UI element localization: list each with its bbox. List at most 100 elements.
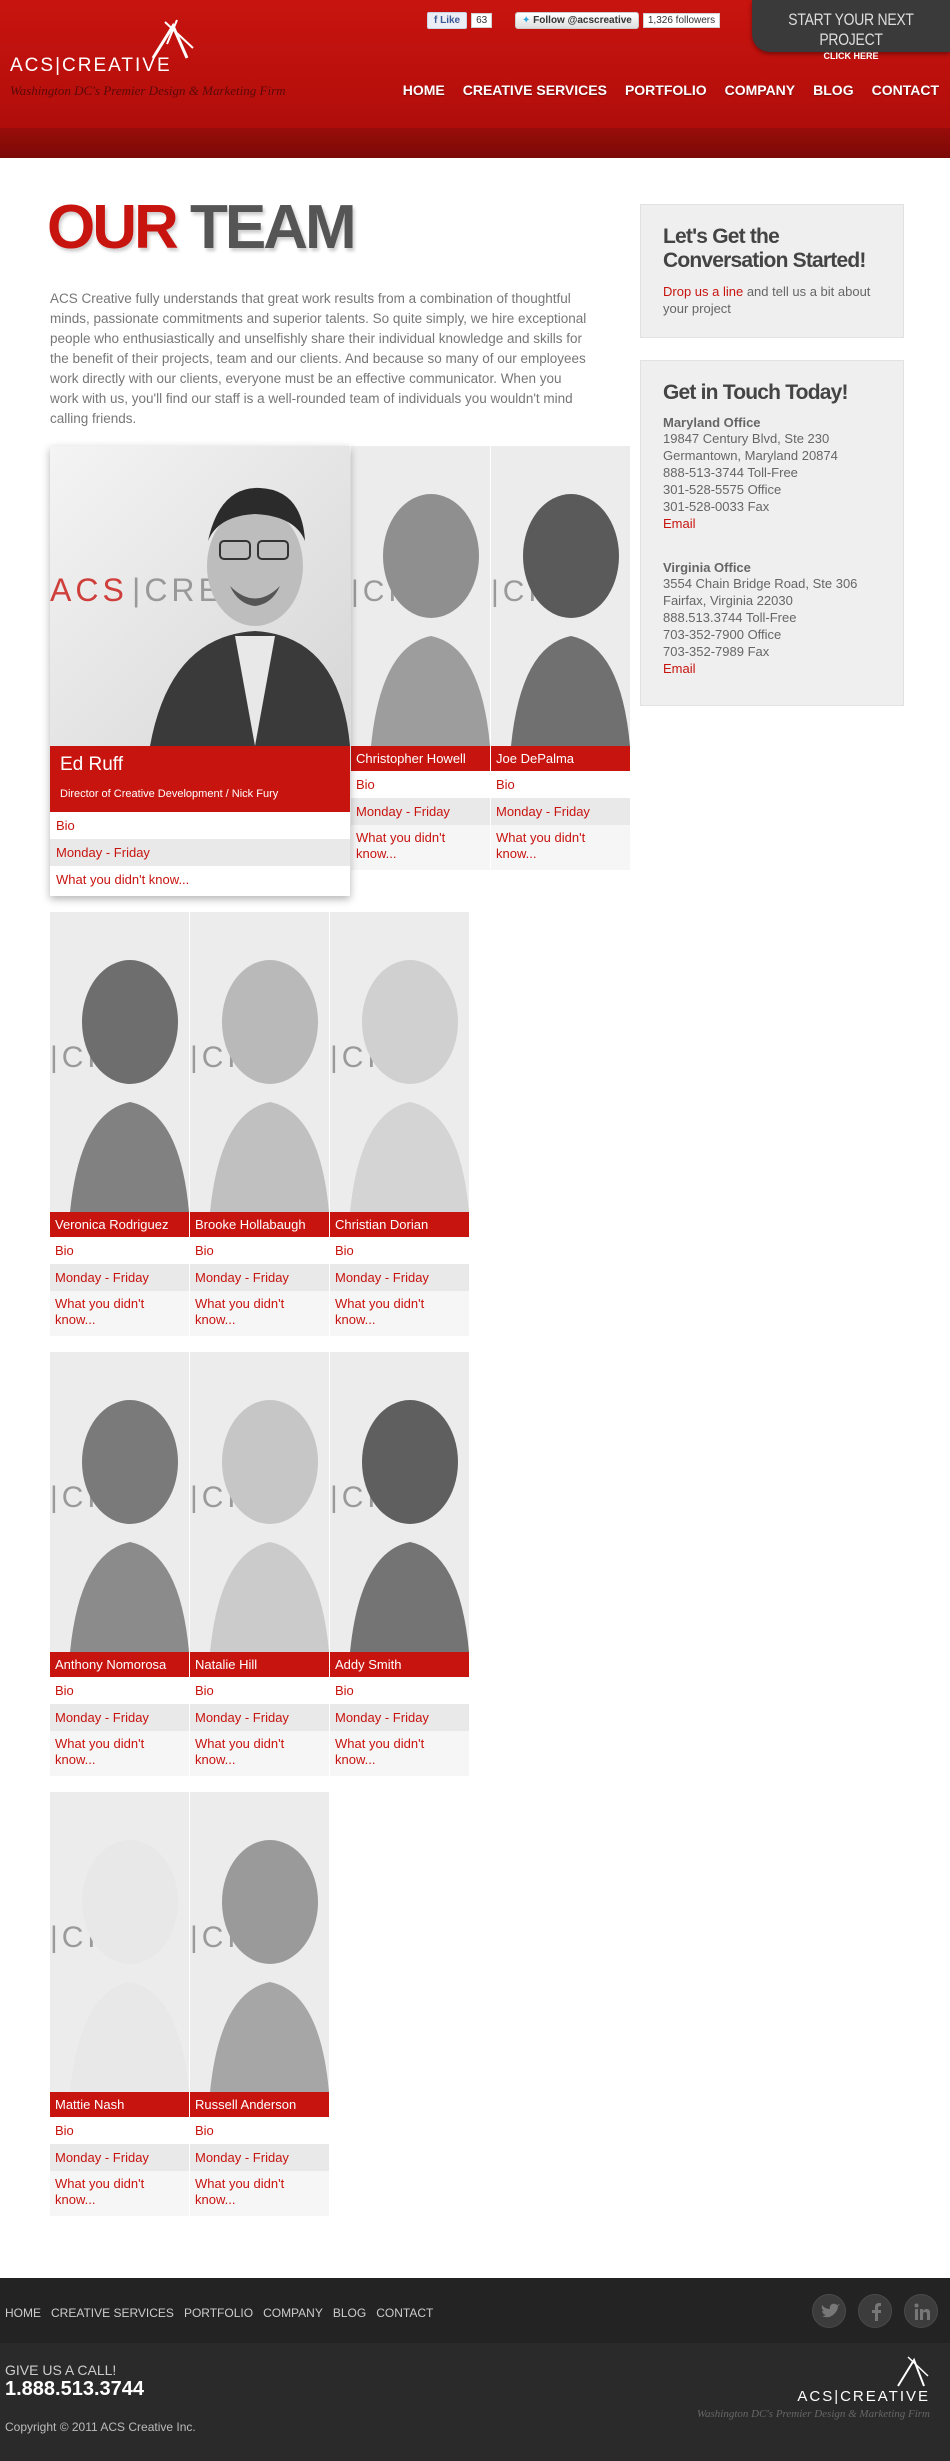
twitter-bird-icon: ✦ [522,15,534,26]
drop-us-a-line-link[interactable]: Drop us a line [663,284,743,299]
hours-link[interactable]: Monday - Friday [190,2144,329,2171]
bio-link[interactable]: Bio [50,1677,189,1704]
bio-link[interactable]: Bio [190,2117,329,2144]
didnt-know-link[interactable]: What you didn't know... [190,1291,329,1336]
call-label: GIVE US A CALL! [5,2362,117,2378]
footer-tagline: Washington DC's Premier Design & Marketi… [696,2408,930,2420]
didnt-know-link[interactable]: What you didn't know... [50,2171,189,2216]
bio-link[interactable]: Bio [351,771,490,798]
featured-team-card[interactable]: ACS |CRE Ed Ruff Director of Creative De… [50,446,350,896]
linkedin-icon[interactable] [904,2294,938,2328]
hours-link[interactable]: Monday - Friday [50,1704,189,1731]
twitter-icon[interactable] [812,2294,846,2328]
didnt-know-link[interactable]: What you didn't know... [491,825,630,870]
bio-link[interactable]: Bio [190,1237,329,1264]
hours-link[interactable]: Monday - Friday [351,798,490,825]
team-card[interactable]: |CRERussell AndersonBioMonday - FridayWh… [190,1792,329,2216]
footer-nav-contact[interactable]: CONTACT [376,2306,433,2320]
bio-link[interactable]: Bio [491,771,630,798]
nav-portfolio[interactable]: PORTFOLIO [616,82,716,98]
cta-main-label: START YOUR NEXT PROJECT [788,10,914,49]
facebook-like-label: Like [440,15,461,26]
team-card[interactable]: |CREBrooke HollabaughBioMonday - FridayW… [190,912,329,1336]
footer-nav-blog[interactable]: BLOG [333,2306,366,2320]
copyright: Copyright © 2011 ACS Creative Inc. [5,2420,196,2434]
bio-link[interactable]: Bio [50,2117,189,2144]
nav-blog[interactable]: BLOG [804,82,862,98]
portrait: |CRE [330,1352,469,1652]
virginia-email-link[interactable]: Email [663,660,881,677]
footer-nav-company[interactable]: COMPANY [263,2306,323,2320]
conversation-heading: Let's Get the Conversation Started! [663,225,866,272]
didnt-know-link[interactable]: What you didn't know... [330,1731,469,1776]
nav-creative-services[interactable]: CREATIVE SERVICES [454,82,616,98]
start-project-cta[interactable]: START YOUR NEXT PROJECT CLICK HERE [752,0,950,61]
nav-contact[interactable]: CONTACT [863,82,948,98]
team-card[interactable]: |CREAddy SmithBioMonday - FridayWhat you… [330,1352,469,1776]
footer-nav-home[interactable]: HOME [5,2306,41,2320]
didnt-know-link[interactable]: What you didn't know... [50,866,350,893]
didnt-know-link[interactable]: What you didn't know... [351,825,490,870]
portrait: |CRE [491,446,630,746]
maryland-address-2: Germantown, Maryland 20874 [663,448,838,463]
hours-link[interactable]: Monday - Friday [330,1704,469,1731]
footer-nav-creative-services[interactable]: CREATIVE SERVICES [51,2306,174,2320]
portrait: |CRE [50,912,189,1212]
conversation-text: Drop us a line and tell us a bit about y… [663,283,881,317]
team-card[interactable]: |CREChristian DorianBioMonday - FridayWh… [330,912,469,1336]
bio-link[interactable]: Bio [190,1677,329,1704]
portrait-ed-ruff: ACS |CRE [50,446,350,746]
footer-logo[interactable]: ACS|CREATIVE [797,2388,930,2405]
team-photo: |CRE [330,1352,469,1652]
didnt-know-link[interactable]: What you didn't know... [50,1291,189,1336]
bio-link[interactable]: Bio [330,1237,469,1264]
footer-nav-bar: HOME CREATIVE SERVICES PORTFOLIO COMPANY… [0,2278,950,2343]
site-logo[interactable]: ACS|CREATIVE [10,55,172,77]
nav-company[interactable]: COMPANY [716,82,805,98]
hours-link[interactable]: Monday - Friday [190,1704,329,1731]
didnt-know-link[interactable]: What you didn't know... [50,1731,189,1776]
hours-link[interactable]: Monday - Friday [190,1264,329,1291]
virginia-fax: 703-352-7989 Fax [663,644,770,659]
bio-link[interactable]: Bio [50,812,350,839]
team-card[interactable]: |CREVeronica RodriguezBioMonday - Friday… [50,912,189,1336]
page-title: OUR TEAM [47,192,357,263]
member-name: Mattie Nash [50,2092,189,2117]
hours-link[interactable]: Monday - Friday [50,839,350,866]
team-card[interactable]: |CREJoe DePalmaBioMonday - FridayWhat yo… [491,446,630,870]
team-card[interactable]: |CREMattie NashBioMonday - FridayWhat yo… [50,1792,189,2216]
footer-nav-portfolio[interactable]: PORTFOLIO [184,2306,253,2320]
didnt-know-link[interactable]: What you didn't know... [190,1731,329,1776]
twitter-follow-button[interactable]: ✦ Follow @acscreative [515,12,639,29]
virginia-address-2: Fairfax, Virginia 22030 [663,593,793,608]
virginia-office-phone: 703-352-7900 Office [663,627,782,642]
portrait: |CRE [190,1792,329,2092]
facebook-like-button[interactable]: f Like [427,12,468,29]
team-card[interactable]: |CREAnthony NomorosaBioMonday - FridayWh… [50,1352,189,1776]
team-card[interactable]: |CRENatalie HillBioMonday - FridayWhat y… [190,1352,329,1776]
portrait: |CRE [50,1792,189,2092]
page-title-gray: TEAM [190,193,357,262]
team-intro: ACS Creative fully understands that grea… [50,291,587,426]
maryland-email-link[interactable]: Email [663,515,881,532]
virginia-toll-free: 888.513.3744 Toll-Free [663,610,797,625]
nav-home[interactable]: HOME [394,82,454,98]
hours-link[interactable]: Monday - Friday [50,1264,189,1291]
featured-name-box: Ed Ruff Director of Creative Development… [50,746,350,812]
bio-link[interactable]: Bio [50,1237,189,1264]
team-photo: |CRE [50,1792,189,2092]
didnt-know-link[interactable]: What you didn't know... [190,2171,329,2216]
facebook-icon[interactable] [858,2294,892,2328]
portrait: |CRE [330,912,469,1212]
hours-link[interactable]: Monday - Friday [330,1264,469,1291]
team-card[interactable]: |CREChristopher HowellBioMonday - Friday… [351,446,490,870]
hours-link[interactable]: Monday - Friday [491,798,630,825]
contact-heading: Get in Touch Today! [663,381,848,404]
didnt-know-link[interactable]: What you didn't know... [330,1291,469,1336]
bio-link[interactable]: Bio [330,1677,469,1704]
member-name: Anthony Nomorosa [50,1652,189,1677]
portrait: |CRE [50,1352,189,1652]
virginia-office-name: Virginia Office [663,560,751,575]
phone-number[interactable]: 1.888.513.3744 [5,2378,144,2401]
hours-link[interactable]: Monday - Friday [50,2144,189,2171]
